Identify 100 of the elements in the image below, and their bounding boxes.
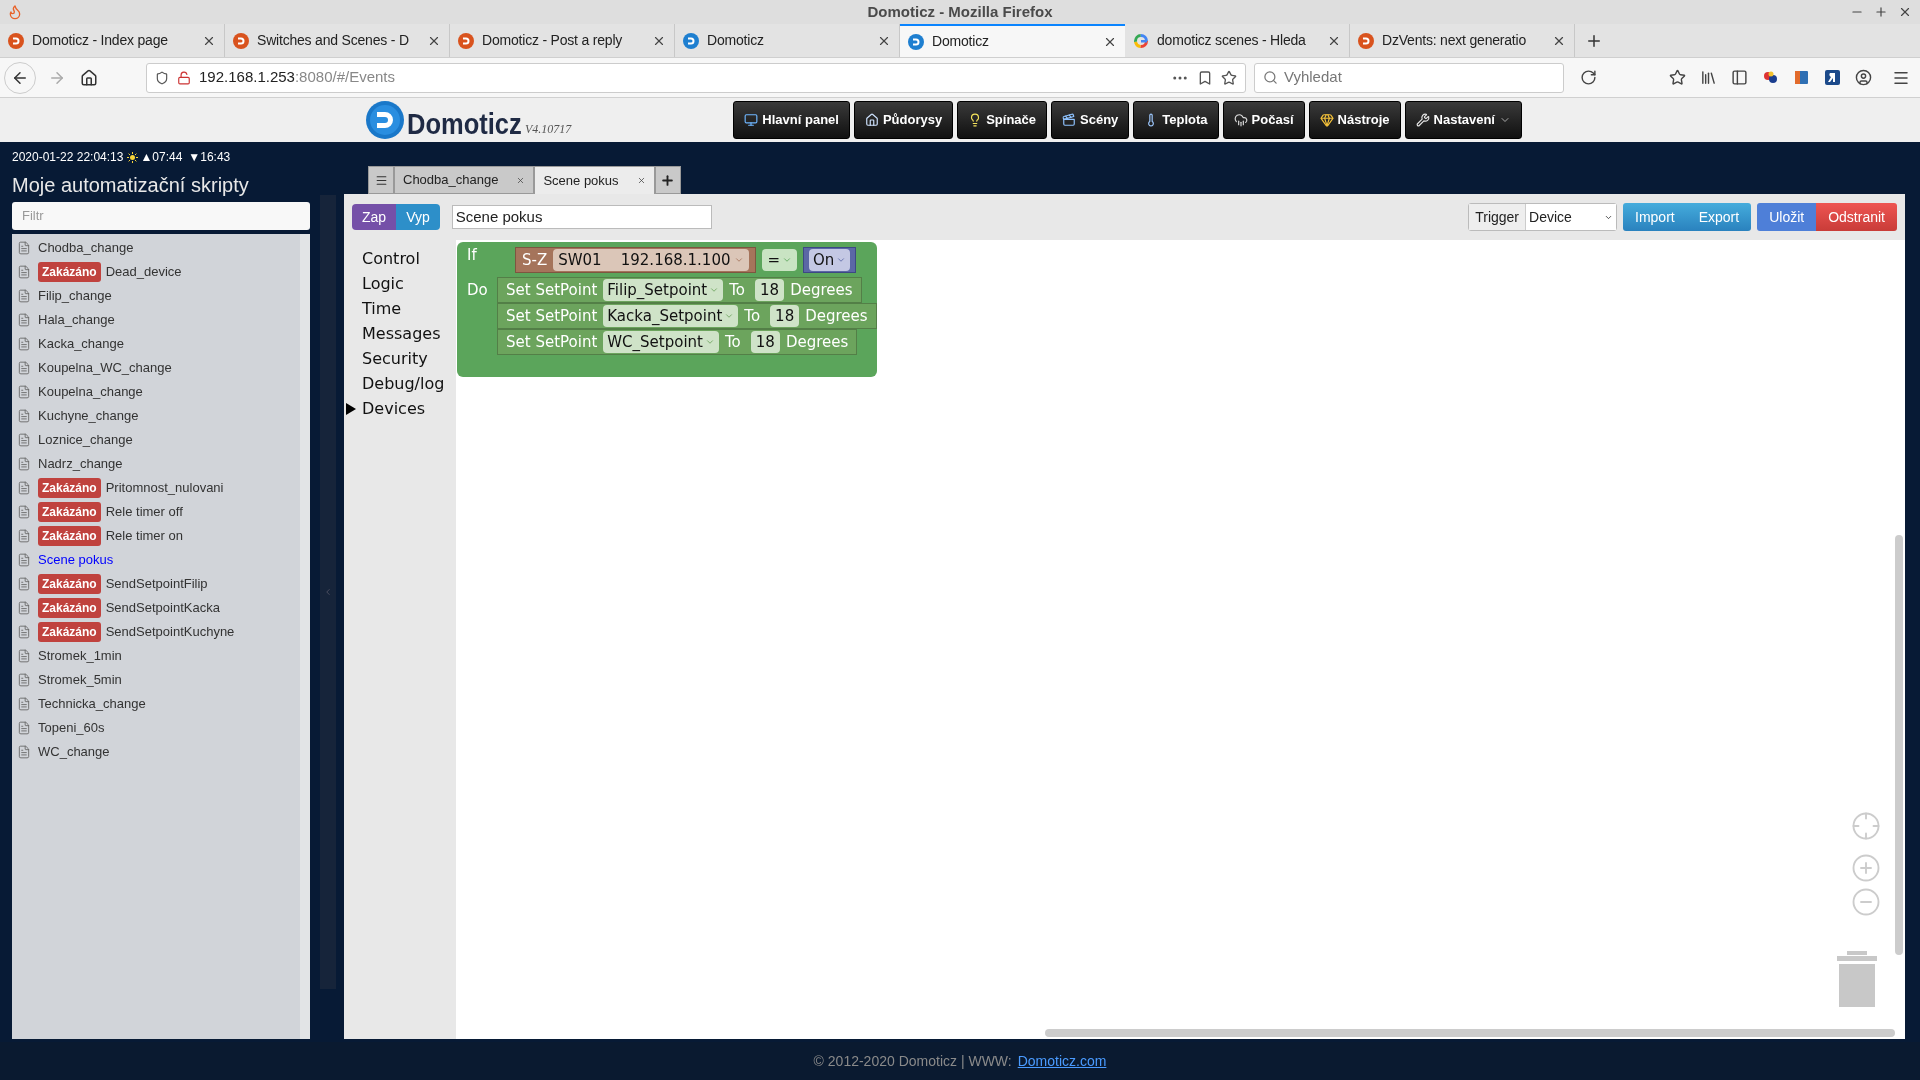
search-field[interactable]: Vyhledat (1254, 62, 1564, 93)
browser-tab[interactable]: Switches and Scenes - D (225, 24, 450, 57)
script-item[interactable]: Zakázáno Dead_device (12, 260, 300, 284)
nav-button[interactable]: Nástroje (1308, 101, 1401, 139)
maximize-icon[interactable] (1874, 5, 1888, 19)
toolbox-category[interactable]: Logic (344, 271, 456, 296)
extension-icon[interactable] (1824, 69, 1841, 86)
device-dropdown[interactable]: Filip_Setpoint (603, 278, 724, 302)
document-icon (17, 432, 31, 448)
script-item[interactable]: Koupelna_change (12, 380, 300, 404)
script-item[interactable]: Stromek_5min (12, 668, 300, 692)
close-icon[interactable] (1898, 5, 1912, 19)
browser-tab[interactable]: domoticz scenes - Hleda (1125, 24, 1350, 57)
logo-text: Domoticz (407, 109, 522, 139)
browser-tab[interactable]: Domoticz - Index page (0, 24, 225, 57)
reload-icon[interactable] (1580, 69, 1597, 86)
document-icon (17, 384, 31, 400)
library-icon[interactable] (1700, 69, 1717, 86)
search-icon (1263, 70, 1278, 85)
browser-tab[interactable]: DzVents: next generatio (1350, 24, 1575, 57)
home-icon[interactable] (80, 68, 98, 87)
script-item[interactable]: Zakázáno Rele timer on (12, 524, 300, 548)
toolbox-category[interactable]: Time (344, 296, 456, 321)
script-item[interactable]: Zakázáno Pritomnost_nulovani (12, 476, 300, 500)
script-item[interactable]: Stromek_1min (12, 644, 300, 668)
disabled-badge: Zakázáno (38, 622, 101, 642)
nav-button[interactable]: Scény (1051, 101, 1130, 139)
website-link[interactable]: Domoticz.com (1017, 1050, 1107, 1072)
google-icon (1133, 32, 1149, 49)
tab-list-button[interactable] (368, 166, 394, 194)
value-dropdown[interactable]: On (809, 248, 851, 272)
add-tab-button[interactable] (654, 166, 681, 194)
browser-tab[interactable]: Domoticz - Post a reply (450, 24, 675, 57)
toolbox-category[interactable]: Control (344, 246, 456, 271)
script-item[interactable]: Nadrz_change (12, 452, 300, 476)
nav-button[interactable]: Počasí (1222, 101, 1305, 139)
operator-dropdown[interactable]: = (762, 248, 798, 272)
account-icon[interactable] (1855, 69, 1872, 86)
script-item[interactable]: Topeni_60s (12, 716, 300, 740)
toolbox-category[interactable]: Devices (344, 396, 456, 421)
document-icon (17, 528, 31, 544)
device-block[interactable]: S-Z SW01 192.168.1.100 (515, 247, 757, 273)
caret-icon (705, 337, 715, 347)
insecure-lock-icon (177, 70, 191, 85)
script-item[interactable]: Filip_change (12, 284, 300, 308)
toggle-button[interactable]: Zap (352, 204, 397, 230)
address-field[interactable]: 192.168.1.253:8080/#/Events (146, 62, 1246, 93)
script-item[interactable]: Kuchyne_change (12, 404, 300, 428)
device-dropdown[interactable]: WC_Setpoint (603, 330, 719, 354)
if-label: If (466, 245, 478, 266)
script-item[interactable]: Technicka_change (12, 692, 300, 716)
script-tab[interactable]: Scene pokus (534, 166, 655, 194)
script-item[interactable]: Chodba_change (12, 236, 300, 260)
toggle-button[interactable]: Vyp (396, 204, 440, 230)
close-tab-icon[interactable] (636, 176, 646, 185)
script-item[interactable]: Kacka_change (12, 332, 300, 356)
script-name-field[interactable]: Scene pokus (451, 205, 712, 229)
script-item[interactable]: Zakázáno SendSetpointKuchyne (12, 620, 300, 644)
document-icon (17, 600, 31, 616)
setpoint-block[interactable]: Set SetPoint WC_Setpoint To 18 Degrees (497, 329, 858, 355)
toolbox-category[interactable]: Security (344, 346, 456, 371)
script-item[interactable]: Koupelna_WC_change (12, 356, 300, 380)
script-item[interactable]: Loznice_change (12, 428, 300, 452)
nav-button[interactable]: Hlavní panel (733, 101, 850, 139)
setpoint-block[interactable]: Set SetPoint Kacka_Setpoint To 18 Degrees (497, 303, 877, 329)
sidebar-icon[interactable] (1731, 69, 1748, 86)
device-dropdown[interactable]: SW01 192.168.1.100 (553, 248, 750, 272)
star-icon[interactable] (1669, 69, 1686, 86)
extension-icon[interactable] (1762, 69, 1779, 86)
value-block[interactable]: On (803, 247, 857, 273)
expand-arrow-icon[interactable] (346, 402, 356, 415)
toolbox-category[interactable]: Debug/log (344, 371, 456, 396)
extension-icon[interactable] (1793, 69, 1810, 86)
document-icon (17, 504, 31, 520)
nav-button[interactable]: Půdorysy (853, 101, 954, 139)
document-icon (17, 648, 31, 664)
browser-tab[interactable]: Domoticz (900, 24, 1125, 57)
script-item[interactable]: WC_change (12, 740, 300, 764)
toolbox-category[interactable]: Messages (344, 321, 456, 346)
number-field[interactable]: 18 (770, 304, 800, 328)
nav-button[interactable]: Spínače (957, 101, 1048, 139)
nav-button[interactable]: Nastavení (1404, 101, 1522, 139)
script-tab[interactable]: Chodba_change (394, 166, 535, 194)
document-icon (17, 552, 31, 568)
nav-button[interactable]: Teplota (1133, 101, 1219, 139)
action-button[interactable]: Uložit (1757, 203, 1817, 231)
script-item[interactable]: Hala_change (12, 308, 300, 332)
number-field[interactable]: 18 (750, 330, 780, 354)
device-dropdown[interactable]: Kacka_Setpoint (603, 304, 739, 328)
number-field[interactable]: 18 (755, 278, 785, 302)
script-item[interactable]: Zakázáno SendSetpointFilip (12, 572, 300, 596)
star-icon[interactable] (1221, 69, 1237, 86)
script-item[interactable]: Zakázáno Rele timer off (12, 500, 300, 524)
setpoint-block[interactable]: Set SetPoint Filip_Setpoint To 18 Degrees (497, 277, 862, 303)
logo-icon (366, 101, 404, 139)
action-button[interactable]: Odstranit (1816, 203, 1897, 231)
script-item[interactable]: Scene pokus (12, 548, 300, 572)
if-block[interactable]: If S-Z SW01 192.168.1.100 = On Do Set SetPoint Filip_Setpoint To 18 Degrees Set SetPoint Kacka_Setpoint To 18 Degrees Set SetPoint WC_Setpoint To 18 Degrees (457, 242, 877, 377)
trigger-select[interactable]: Trigger Device (1468, 203, 1617, 231)
script-item[interactable]: Zakázáno SendSetpointKacka (12, 596, 300, 620)
